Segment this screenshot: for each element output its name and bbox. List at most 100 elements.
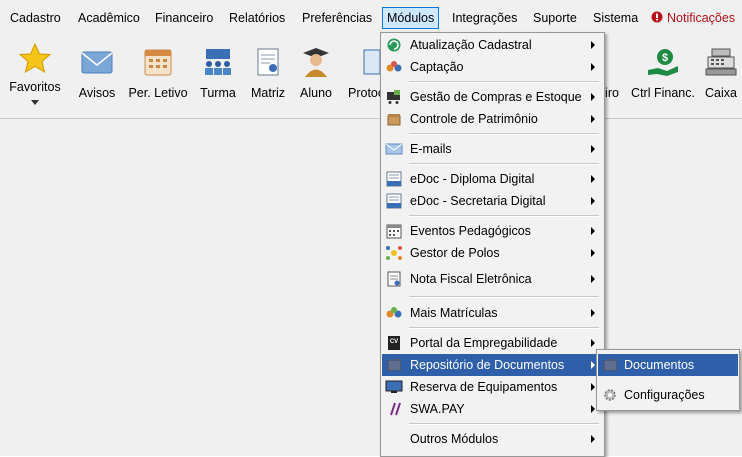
menu-item-edoc-diploma[interactable]: eDoc - Diploma Digital <box>382 168 603 190</box>
menu-financeiro[interactable]: Financeiro <box>151 8 217 28</box>
menu-item-gestor-polos[interactable]: Gestor de Polos <box>382 242 603 264</box>
chevron-right-icon <box>591 339 595 347</box>
menu-item-atualizacao-cadastral[interactable]: Atualização Cadastral <box>382 34 603 56</box>
menu-item-controle-patrimonio[interactable]: Controle de Patrimônio <box>382 108 603 130</box>
toolbar-protocolo-button[interactable]: Protoc <box>344 34 384 118</box>
chevron-right-icon <box>591 93 595 101</box>
toolbar-label: Ctrl Financ. <box>631 86 695 100</box>
chevron-right-icon <box>591 249 595 257</box>
menu-separator <box>409 296 599 298</box>
submenu-item-documentos[interactable]: Documentos <box>598 354 738 376</box>
chevron-right-icon <box>591 383 595 391</box>
menu-separator <box>409 133 599 135</box>
menu-item-captacao[interactable]: Captação <box>382 56 603 78</box>
chevron-right-icon <box>591 115 595 123</box>
notification-icon <box>651 11 663 23</box>
chevron-right-icon <box>591 275 595 283</box>
email-icon <box>385 143 403 155</box>
toolbar-label: Turma <box>200 86 236 100</box>
cv-icon: CV <box>388 336 400 350</box>
toolbar-avisos-button[interactable]: Avisos <box>70 34 124 118</box>
class-group-icon <box>205 49 231 75</box>
toolbar-label: Favoritos <box>9 80 61 94</box>
svg-text:CV: CV <box>390 339 398 345</box>
menu-item-eventos-pedagogicos[interactable]: Eventos Pedagógicos <box>382 220 603 242</box>
chevron-right-icon <box>591 309 595 317</box>
chevron-right-icon <box>591 405 595 413</box>
menu-item-emails[interactable]: E-mails <box>382 138 603 160</box>
protocol-icon <box>363 49 381 75</box>
menu-item-portal-empregabilidade[interactable]: CV Portal da Empregabilidade <box>382 332 603 354</box>
menu-item-mais-matriculas[interactable]: Mais Matrículas <box>382 302 603 324</box>
menu-separator <box>409 215 599 217</box>
menu-preferencias[interactable]: Preferências <box>298 8 376 28</box>
menu-bar: Cadastro Acadêmico Financeiro Relatórios… <box>0 0 742 34</box>
menu-separator <box>409 423 599 425</box>
menu-item-gestao-compras[interactable]: Gestão de Compras e Estoque <box>382 86 603 108</box>
menu-academico[interactable]: Acadêmico <box>74 8 144 28</box>
refresh-icon <box>387 38 401 52</box>
modules-dropdown-menu: Atualização Cadastral Captação Gestão de… <box>380 32 605 457</box>
toolbar-label: Caixa <box>705 86 737 100</box>
menu-suporte[interactable]: Suporte <box>529 8 581 28</box>
gear-icon <box>604 389 616 401</box>
repositorio-submenu: Documentos Configurações <box>596 349 740 411</box>
toolbar-aluno-button[interactable]: Aluno <box>294 34 338 118</box>
menu-cadastro[interactable]: Cadastro <box>6 8 65 28</box>
edoc-icon <box>386 171 402 187</box>
folder-icon <box>603 359 617 371</box>
toolbar-favoritos-button[interactable]: Favoritos <box>2 34 68 118</box>
star-icon <box>18 42 52 74</box>
toolbar: Favoritos Avisos Per. Letivo Turma Matri… <box>0 34 742 119</box>
toolbar-turma-button[interactable]: Turma <box>194 34 242 118</box>
chevron-right-icon <box>591 145 595 153</box>
menu-integracoes[interactable]: Integrações <box>448 8 521 28</box>
folder-icon <box>387 359 401 371</box>
toolbar-label: Matriz <box>250 86 286 100</box>
submenu-item-configuracoes[interactable]: Configurações <box>598 384 738 406</box>
calendar-icon <box>386 224 402 239</box>
toolbar-label: Per. Letivo <box>128 86 188 100</box>
slash-icon <box>390 402 401 416</box>
chevron-right-icon <box>591 361 595 369</box>
people-icon <box>386 307 402 318</box>
menu-sistema[interactable]: Sistema <box>589 8 642 28</box>
edoc-icon <box>386 193 402 209</box>
menu-item-outros-modulos[interactable]: Outros Módulos <box>382 428 603 450</box>
toolbar-periodo-letivo-button[interactable]: Per. Letivo <box>126 34 190 118</box>
menu-item-edoc-secretaria[interactable]: eDoc - Secretaria Digital <box>382 190 603 212</box>
monitor-icon <box>385 380 403 393</box>
chevron-right-icon <box>591 41 595 49</box>
menu-modulos[interactable]: Módulos <box>382 7 440 29</box>
people-icon <box>386 61 402 72</box>
menu-relatorios[interactable]: Relatórios <box>225 8 289 28</box>
toolbar-label: Protoc <box>348 86 385 100</box>
student-icon <box>303 48 329 77</box>
menu-item-reserva-equipamentos[interactable]: Reserva de Equipamentos <box>382 376 603 398</box>
money-hand-icon: $ <box>648 49 678 76</box>
toolbar-label: Aluno <box>300 86 332 100</box>
chevron-down-icon[interactable] <box>31 100 39 105</box>
hub-icon <box>386 246 402 260</box>
menu-separator <box>409 81 599 83</box>
menu-item-nota-fiscal[interactable]: Nota Fiscal Eletrônica <box>382 268 603 290</box>
certificate-icon <box>257 48 279 76</box>
calendar-icon <box>144 49 172 76</box>
menu-item-swa-pay[interactable]: SWA.PAY <box>382 398 603 420</box>
toolbar-ctrl-financ-button[interactable]: $ Ctrl Financ. <box>628 34 698 118</box>
menu-item-repositorio-documentos[interactable]: Repositório de Documentos <box>382 354 603 376</box>
chevron-right-icon <box>591 435 595 443</box>
toolbar-matriz-button[interactable]: Matriz <box>246 34 290 118</box>
cash-register-icon <box>705 48 737 76</box>
toolbar-caixa-button[interactable]: Caixa <box>700 34 742 118</box>
box-icon <box>387 114 401 126</box>
chevron-right-icon <box>591 197 595 205</box>
envelope-icon <box>81 51 113 74</box>
toolbar-label: Avisos <box>78 86 116 100</box>
chevron-right-icon <box>591 63 595 71</box>
chevron-right-icon <box>591 227 595 235</box>
notifications-link[interactable]: Notificações <box>651 8 735 28</box>
menu-separator <box>409 163 599 165</box>
invoice-icon <box>387 271 401 287</box>
svg-text:$: $ <box>662 52 668 64</box>
